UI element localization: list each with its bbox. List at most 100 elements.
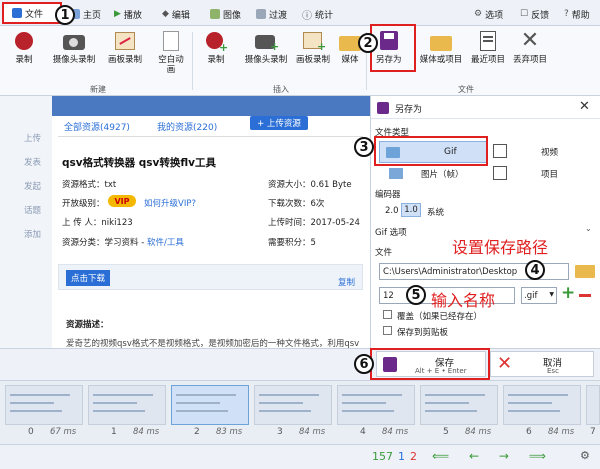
frame-delay: 84 ms bbox=[548, 427, 575, 437]
tab-transition[interactable]: 过渡 bbox=[256, 5, 287, 23]
transition-icon bbox=[256, 9, 266, 19]
frame-thumbnail-selected[interactable] bbox=[171, 385, 249, 425]
web-download-button: 点击下载 bbox=[66, 270, 110, 286]
encoder-option-1[interactable]: 1.0 bbox=[401, 203, 421, 217]
web-sidebar-item: 上传 bbox=[24, 134, 42, 144]
cancel-shortcut: Esc bbox=[547, 367, 559, 375]
panel-divider bbox=[371, 118, 600, 119]
frame-number: 0 bbox=[28, 427, 34, 437]
type-video-option[interactable]: 视频 bbox=[541, 146, 558, 158]
frame-number: 7 bbox=[590, 427, 596, 437]
insert-webcam-button[interactable]: + 摄像头录制 bbox=[236, 30, 296, 65]
frame-thumbnail[interactable] bbox=[503, 385, 581, 425]
tab-stats[interactable]: ⓘ 统计 bbox=[302, 5, 333, 23]
cancel-button[interactable]: ✕ 取消 Esc bbox=[490, 351, 594, 377]
options-button[interactable]: ⚙ 选项 bbox=[474, 5, 503, 23]
frame-delay: 84 ms bbox=[465, 427, 492, 437]
panel-title: 另存为 bbox=[395, 105, 423, 115]
frame-thumbnail[interactable] bbox=[88, 385, 166, 425]
discard-project-button[interactable]: ✕ 丢弃项目 bbox=[510, 28, 550, 66]
discard-project-label: 丢弃项目 bbox=[512, 55, 547, 65]
frame-thumbnail[interactable] bbox=[420, 385, 498, 425]
navigation-arrows-icon[interactable]: ⟸ ← → ⟹ bbox=[432, 449, 554, 463]
close-icon[interactable]: ✕ bbox=[579, 99, 590, 114]
frame-thumbnail[interactable] bbox=[5, 385, 83, 425]
new-blank-label: 空白动画 bbox=[158, 55, 184, 75]
ribbon-tab-bar: 文件 主页 ▶ 播放 ◆ 编辑 图像 过渡 ⓘ 统计 ⚙ 选项 ☐ 反馈 ? 帮… bbox=[0, 0, 600, 26]
minus-icon[interactable] bbox=[579, 294, 591, 297]
annotation-enter-name: 输入名称 bbox=[431, 291, 496, 310]
recent-projects-button[interactable]: 最近项目 bbox=[468, 30, 508, 65]
open-media-project-button[interactable]: 媒体或项目 bbox=[416, 30, 466, 65]
frame-thumbnail[interactable] bbox=[337, 385, 415, 425]
encoder-label: 编码器 bbox=[375, 190, 401, 200]
overwrite-checkbox[interactable] bbox=[383, 310, 392, 319]
web-format: 资源格式：txt bbox=[62, 180, 117, 190]
open-media-project-label: 媒体或项目 bbox=[419, 55, 463, 65]
new-group-label: 新建 bbox=[90, 85, 106, 94]
new-webcam-label: 摄像头录制 bbox=[52, 55, 96, 65]
overwrite-label: 覆盖（如果已经存在） bbox=[397, 312, 483, 322]
board-plus-icon: + bbox=[301, 30, 326, 52]
plus-icon[interactable]: + bbox=[561, 283, 575, 303]
step-badge-2: 2 bbox=[358, 33, 378, 53]
web-points: 需要积分：5 bbox=[268, 238, 316, 248]
dropdown-arrow-icon: ▼ bbox=[549, 291, 554, 298]
tab-file[interactable]: 文件 bbox=[2, 2, 62, 24]
tab-transition-label: 过渡 bbox=[269, 10, 288, 21]
web-downloads: 下载次数：6次 bbox=[268, 199, 325, 209]
frame-delay: 84 ms bbox=[299, 427, 326, 437]
frame-number: 2 bbox=[194, 427, 200, 437]
encoder-option-system[interactable]: 系统 bbox=[427, 206, 444, 218]
frame-thumbnail[interactable] bbox=[254, 385, 332, 425]
clipboard-checkbox[interactable] bbox=[383, 326, 392, 335]
new-blank-button[interactable]: 空白动画 bbox=[156, 30, 186, 75]
encoder-option-2[interactable]: 2.0 bbox=[385, 206, 399, 216]
feedback-button[interactable]: ☐ 反馈 bbox=[520, 5, 549, 23]
recent-icon bbox=[476, 30, 500, 52]
tab-edit[interactable]: ◆ 编辑 bbox=[162, 5, 190, 23]
web-uploader: 上 传 人：niki123 bbox=[62, 218, 133, 228]
frame-number: 5 bbox=[443, 427, 449, 437]
tab-image-label: 图像 bbox=[223, 10, 242, 21]
record-plus-icon: + bbox=[204, 30, 228, 53]
folder-icon[interactable] bbox=[575, 265, 595, 278]
current-frame: 2 bbox=[410, 450, 417, 463]
extension-value: .gif bbox=[524, 291, 538, 301]
project-icon bbox=[493, 166, 507, 180]
help-button[interactable]: ? 帮助 bbox=[564, 5, 590, 23]
recent-projects-label: 最近项目 bbox=[470, 55, 505, 65]
frame-thumbnail[interactable] bbox=[586, 385, 600, 425]
type-image-option[interactable]: 图片（帧） bbox=[421, 168, 464, 180]
highlight-save-button bbox=[370, 348, 490, 380]
chevron-down-icon[interactable]: ⌄ bbox=[585, 224, 592, 233]
tab-play[interactable]: ▶ 播放 bbox=[114, 5, 142, 23]
web-desc-text: 爱奇艺的视频qsv格式不是视频格式，是视频加密后的一种文件格式，利用qsv bbox=[66, 339, 360, 348]
new-record-button[interactable]: 录制 bbox=[12, 30, 36, 65]
frame-number: 1 bbox=[111, 427, 117, 437]
tab-stats-label: 统计 bbox=[315, 10, 334, 21]
new-board-button[interactable]: 画板录制 bbox=[108, 30, 142, 65]
clipboard-label: 保存到剪贴板 bbox=[397, 328, 449, 338]
frame-delay: 84 ms bbox=[382, 427, 409, 437]
camera-plus-icon: + bbox=[254, 30, 279, 52]
tab-image[interactable]: 图像 bbox=[210, 5, 241, 23]
feedback-label: 反馈 bbox=[531, 10, 550, 21]
step-badge-6: 6 bbox=[354, 354, 374, 374]
frame-delay: 84 ms bbox=[133, 427, 160, 437]
web-size: 资源大小：0.61 Byte bbox=[268, 180, 352, 190]
step-badge-4: 4 bbox=[525, 260, 545, 280]
play-icon: ▶ bbox=[114, 9, 121, 19]
close-x-icon: ✕ bbox=[520, 28, 540, 53]
insert-board-button[interactable]: + 画板录制 bbox=[296, 30, 330, 65]
settings-icon[interactable]: ⚙ bbox=[580, 449, 590, 462]
new-webcam-button[interactable]: 摄像头录制 bbox=[40, 30, 108, 65]
insert-board-label: 画板录制 bbox=[296, 55, 331, 65]
web-upload-time: 上传时间：2017-05-24 bbox=[268, 218, 360, 228]
gif-options-label: Gif 选项 bbox=[375, 228, 407, 238]
web-category-label: 资源分类：学习资料 - bbox=[62, 238, 147, 248]
insert-record-button[interactable]: + 录制 bbox=[204, 30, 228, 65]
type-project-option[interactable]: 项目 bbox=[541, 168, 558, 180]
extension-select[interactable]: .gif ▼ bbox=[521, 287, 557, 304]
web-sidebar-item: 发起 bbox=[24, 182, 42, 192]
